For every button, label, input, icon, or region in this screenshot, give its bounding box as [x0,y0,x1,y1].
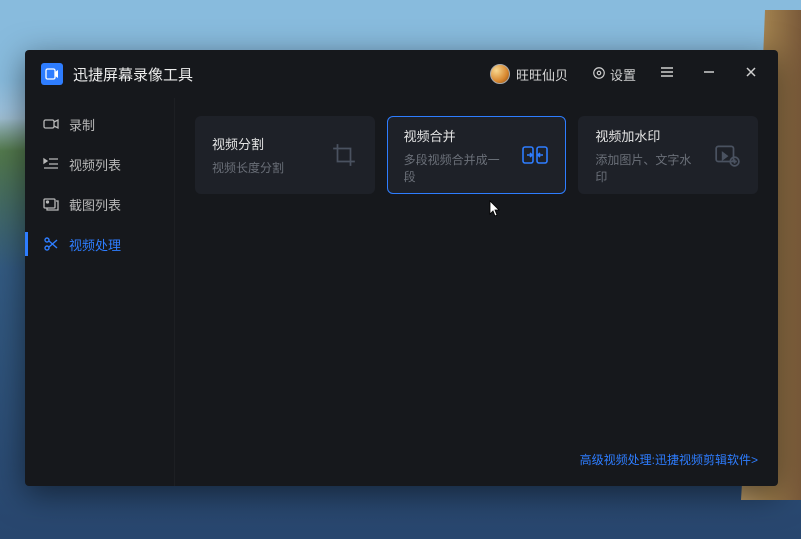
card-subtitle: 视频长度分割 [212,159,318,176]
settings-label: 设置 [610,65,636,84]
app-window: 迅捷屏幕录像工具 旺旺仙贝 设置 [25,50,778,486]
gear-icon [592,66,606,83]
camera-icon [43,116,59,132]
sidebar-item-label: 录制 [69,115,95,134]
sidebar-item-label: 视频处理 [69,235,121,254]
user-badge[interactable]: 旺旺仙贝 [490,64,568,84]
hamburger-icon [660,65,674,84]
watermark-icon [713,141,741,169]
card-video-watermark[interactable]: 视频加水印 添加图片、文字水印 [578,116,758,194]
crop-icon [330,141,358,169]
scissors-icon [43,236,59,252]
minimize-button[interactable] [698,63,720,85]
image-list-icon [43,196,59,212]
sidebar-item-label: 视频列表 [69,155,121,174]
card-video-split[interactable]: 视频分割 视频长度分割 [195,116,375,194]
titlebar: 迅捷屏幕录像工具 旺旺仙贝 设置 [25,50,778,98]
card-subtitle: 添加图片、文字水印 [595,151,701,185]
minimize-icon [703,65,715,83]
merge-icon [521,141,549,169]
card-title: 视频合并 [404,126,510,145]
card-title: 视频加水印 [595,126,701,145]
close-button[interactable] [740,63,762,85]
card-title: 视频分割 [212,134,318,153]
app-logo-icon [41,63,63,85]
cards-row: 视频分割 视频长度分割 视频合并 多段视频合并成一段 [195,116,758,194]
sidebar-item-video-list[interactable]: 视频列表 [25,144,174,184]
sidebar-item-record[interactable]: 录制 [25,104,174,144]
card-video-merge[interactable]: 视频合并 多段视频合并成一段 [387,116,567,194]
play-list-icon [43,156,59,172]
sidebar-item-video-process[interactable]: 视频处理 [25,224,174,264]
settings-button[interactable]: 设置 [592,65,636,84]
sidebar-item-screenshot-list[interactable]: 截图列表 [25,184,174,224]
app-title: 迅捷屏幕录像工具 [73,64,193,85]
avatar-icon [490,64,510,84]
content-area: 视频分割 视频长度分割 视频合并 多段视频合并成一段 [175,98,778,486]
menu-button[interactable] [656,63,678,85]
sidebar: 录制 视频列表 截图列表 视频处理 [25,98,175,486]
card-subtitle: 多段视频合并成一段 [404,151,510,185]
app-body: 录制 视频列表 截图列表 视频处理 [25,98,778,486]
sidebar-item-label: 截图列表 [69,195,121,214]
close-icon [745,65,757,83]
advanced-link[interactable]: 高级视频处理:迅捷视频剪辑软件> [580,451,758,468]
footer-link-label: 高级视频处理:迅捷视频剪辑软件> [580,453,758,467]
username: 旺旺仙贝 [516,65,568,84]
